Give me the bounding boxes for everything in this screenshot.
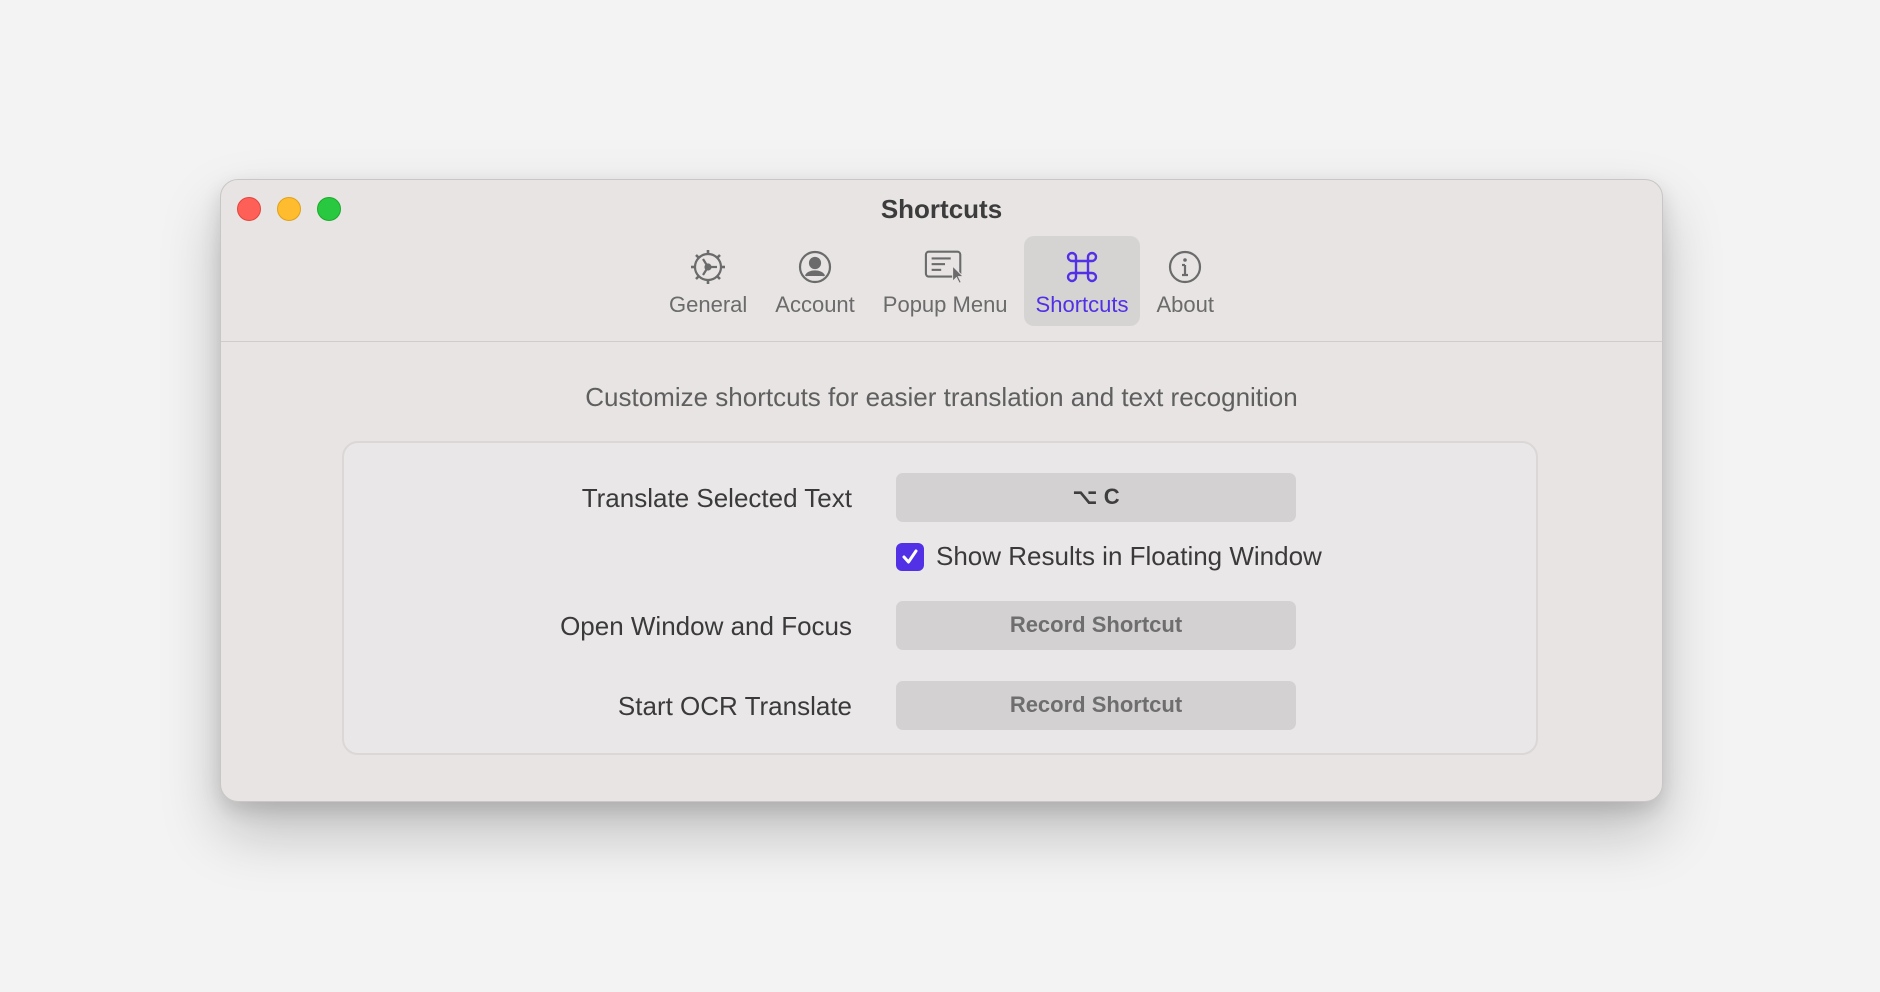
tab-shortcuts[interactable]: Shortcuts (1023, 236, 1141, 326)
tab-popup-menu-label: Popup Menu (882, 292, 1008, 317)
tab-general[interactable]: General (657, 236, 759, 326)
shortcuts-panel: Translate Selected Text ⌥ C Show Results… (342, 441, 1538, 755)
start-ocr-translate-shortcut-button[interactable]: Record Shortcut (896, 680, 1296, 730)
start-ocr-translate-label: Start OCR Translate (617, 691, 852, 721)
info-icon (1164, 246, 1206, 288)
settings-window: Shortcuts General Account Popup Menu Sho… (220, 179, 1663, 802)
person-circle-icon (794, 246, 836, 288)
floating-window-label: Show Results in Floating Window (936, 541, 1322, 571)
tab-general-label: General (669, 292, 748, 317)
open-window-focus-label: Open Window and Focus (560, 611, 852, 641)
checkmark-icon (902, 549, 918, 563)
tab-account[interactable]: Account (763, 236, 867, 326)
command-icon (1061, 246, 1103, 288)
gear-icon (687, 246, 729, 288)
popup-menu-icon (924, 246, 966, 288)
window-title: Shortcuts (880, 194, 1003, 224)
translate-selected-text-label: Translate Selected Text (581, 483, 852, 513)
titlebar: Shortcuts General Account Popup Menu Sho… (221, 180, 1662, 342)
tab-popup-menu[interactable]: Popup Menu (871, 236, 1020, 326)
page-subtitle: Customize shortcuts for easier translati… (585, 382, 1298, 412)
tab-about-label: About (1156, 292, 1214, 317)
floating-window-checkbox[interactable] (896, 542, 924, 571)
tab-account-label: Account (775, 292, 855, 317)
preferences-toolbar: General Account Popup Menu Shortcuts Abo… (221, 236, 1662, 326)
tab-about[interactable]: About (1144, 236, 1226, 326)
tab-shortcuts-label: Shortcuts (1035, 292, 1129, 317)
floating-window-option[interactable]: Show Results in Floating Window (896, 541, 1322, 572)
translate-selected-text-shortcut-button[interactable]: ⌥ C (896, 472, 1296, 522)
open-window-focus-shortcut-button[interactable]: Record Shortcut (896, 600, 1296, 650)
